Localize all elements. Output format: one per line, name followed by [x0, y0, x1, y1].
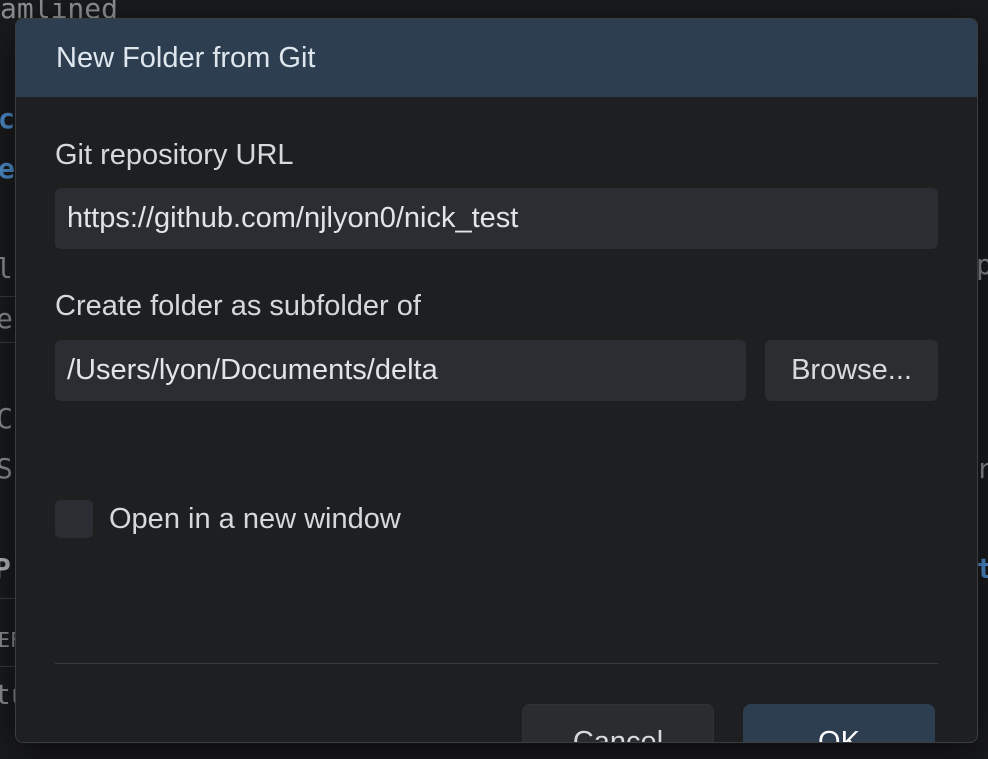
parent-folder-input[interactable]	[55, 340, 746, 401]
new-folder-from-git-dialog: New Folder from Git Git repository URL C…	[15, 18, 978, 743]
background-divider	[0, 296, 15, 297]
background-divider	[0, 598, 15, 599]
open-new-window-label: Open in a new window	[109, 502, 401, 535]
background-text: S	[0, 452, 13, 485]
background-divider	[0, 666, 15, 667]
background-text: c	[0, 102, 15, 135]
repo-url-input[interactable]	[55, 188, 938, 249]
background-text: C	[0, 402, 13, 435]
dialog-title: New Folder from Git	[56, 41, 316, 74]
background-divider	[0, 342, 15, 343]
parent-folder-label: Create folder as subfolder of	[55, 290, 421, 322]
background-text: e	[0, 152, 15, 185]
cancel-button[interactable]: Cancel	[522, 704, 714, 742]
open-new-window-option[interactable]: Open in a new window	[55, 500, 401, 538]
ok-button[interactable]: OK	[743, 704, 935, 742]
open-new-window-checkbox[interactable]	[55, 500, 93, 538]
background-text: P	[0, 552, 11, 585]
browse-button[interactable]: Browse...	[765, 340, 938, 401]
dialog-header: New Folder from Git	[16, 19, 977, 97]
background-text: e	[0, 302, 13, 335]
footer-divider	[55, 663, 938, 664]
repo-url-label: Git repository URL	[55, 139, 294, 171]
background-text: l	[0, 252, 13, 285]
